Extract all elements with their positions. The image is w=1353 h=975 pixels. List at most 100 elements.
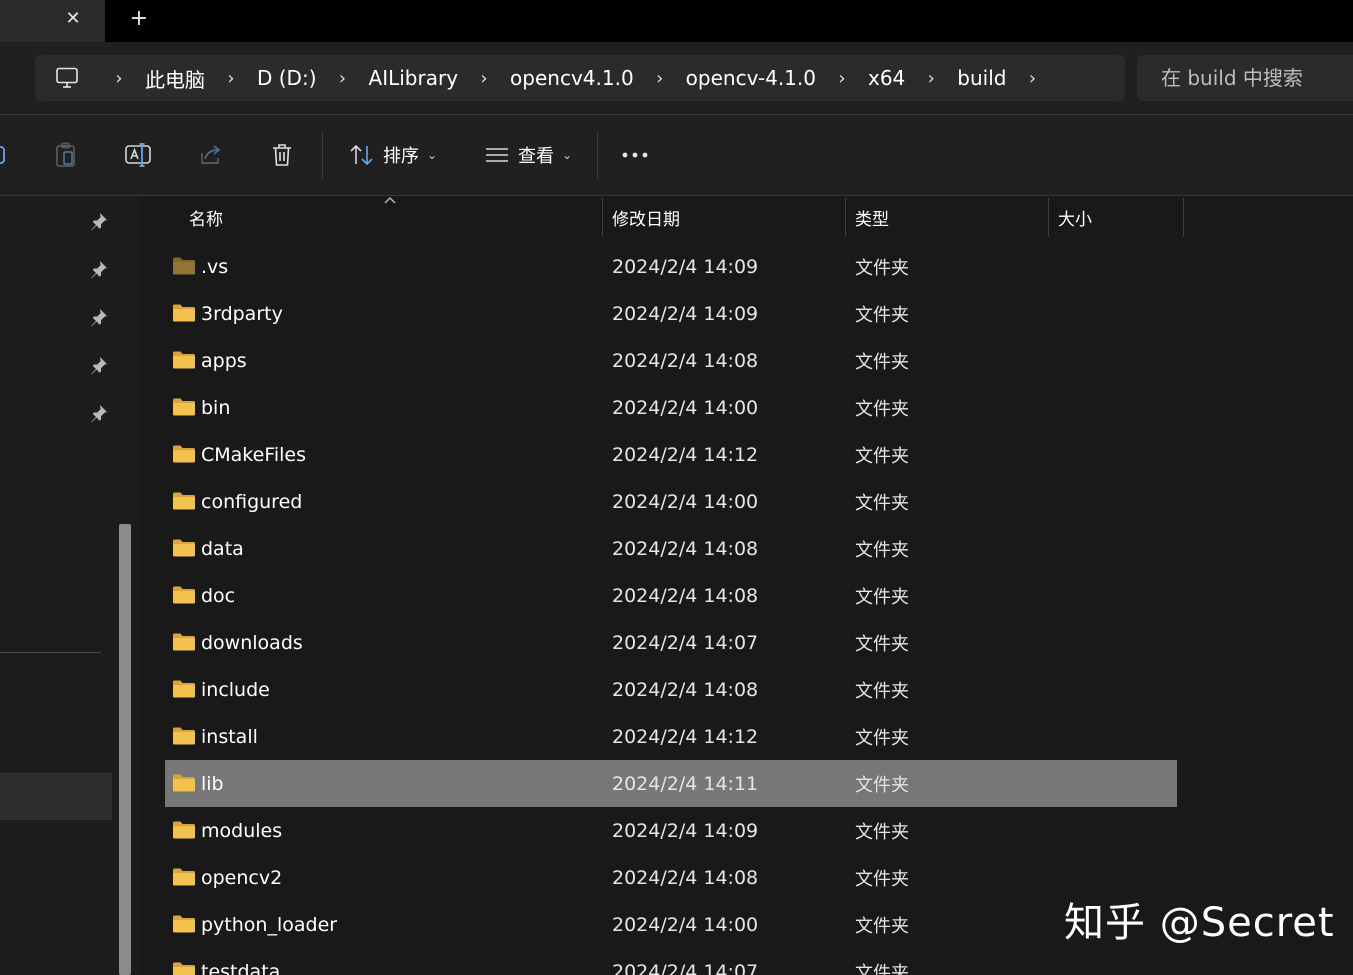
sidebar-item-selected[interactable] [0,773,112,820]
search-input[interactable] [1159,65,1353,91]
file-modified: 2024/2/4 14:12 [612,725,759,748]
table-row[interactable]: doc 2024/2/4 14:08 文件夹 [165,572,1177,619]
table-row[interactable]: modules 2024/2/4 14:09 文件夹 [165,807,1177,854]
file-modified: 2024/2/4 14:08 [612,537,759,560]
chevron-right-icon[interactable]: › [911,68,951,89]
breadcrumb-x64[interactable]: x64 [868,66,905,90]
copy-icon[interactable] [0,135,10,175]
chevron-right-icon[interactable]: › [323,68,363,89]
computer-icon[interactable] [35,55,99,101]
folder-icon [173,868,195,886]
sort-icon [350,144,373,166]
share-icon[interactable] [195,135,227,175]
file-type: 文件夹 [855,680,909,702]
file-type: 文件夹 [855,868,909,890]
column-resize-handle[interactable] [845,198,846,237]
tab-strip-empty [105,0,1353,42]
file-type: 文件夹 [855,492,909,514]
file-type: 文件夹 [855,539,909,561]
navigation-pane [0,196,140,975]
column-resize-handle[interactable] [602,198,603,237]
chevron-right-icon[interactable]: › [822,68,862,89]
pin-icon[interactable] [88,258,110,280]
column-resize-handle[interactable] [1048,198,1049,237]
table-row[interactable]: opencv2 2024/2/4 14:08 文件夹 [165,854,1177,901]
chevron-down-icon: ⌄ [561,148,573,162]
chevron-right-icon[interactable]: › [1012,68,1052,89]
file-modified: 2024/2/4 14:12 [612,443,759,466]
sort-button[interactable]: 排序 ⌄ [344,135,442,175]
breadcrumb-this-pc[interactable]: 此电脑 [145,64,205,93]
file-modified: 2024/2/4 14:08 [612,678,759,701]
folder-icon [173,398,195,416]
file-type: 文件夹 [855,304,909,326]
folder-icon [173,774,195,792]
breadcrumb-build[interactable]: build [957,66,1006,90]
column-resize-handle[interactable] [1183,198,1184,237]
file-type: 文件夹 [855,727,909,749]
paste-icon[interactable] [50,135,82,175]
table-row[interactable]: testdata 2024/2/4 14:07 文件夹 [165,948,1177,975]
file-rows: .vs 2024/2/4 14:09 文件夹 3rdparty 2024/2/4 14:… [165,243,1177,975]
breadcrumb-opencv-4-1-0[interactable]: opencv-4.1.0 [686,66,816,90]
chevron-down-icon: ⌄ [426,148,438,162]
breadcrumb-drive-d[interactable]: D (D:) [257,66,317,90]
column-header-size[interactable]: 大小 [1058,196,1092,238]
folder-icon [173,680,195,698]
pin-icon[interactable] [88,402,110,424]
pin-icon[interactable] [88,306,110,328]
file-modified: 2024/2/4 14:09 [612,819,759,842]
more-options-button[interactable] [615,135,655,175]
folder-icon [173,257,195,275]
delete-icon[interactable] [266,135,298,175]
file-name: python_loader [201,913,338,936]
sidebar-scrollbar[interactable] [119,524,131,975]
file-modified: 2024/2/4 14:00 [612,396,759,419]
chevron-right-icon[interactable]: › [464,68,504,89]
file-name: configured [201,490,303,513]
pin-icon[interactable] [88,210,110,232]
chevron-right-icon[interactable]: › [211,68,251,89]
file-modified: 2024/2/4 14:09 [612,255,759,278]
chevron-right-icon[interactable]: › [99,68,139,89]
new-tab-icon[interactable]: + [128,4,150,32]
rename-icon[interactable] [122,135,154,175]
column-header-type[interactable]: 类型 [855,196,889,238]
active-tab[interactable]: ✕ [0,0,105,42]
table-row[interactable]: .vs 2024/2/4 14:09 文件夹 [165,243,1177,290]
folder-icon [173,727,195,745]
file-name: data [201,537,244,560]
view-button[interactable]: 查看 ⌄ [479,135,577,175]
file-name: downloads [201,631,303,654]
file-name: CMakeFiles [201,443,307,466]
table-row[interactable]: python_loader 2024/2/4 14:00 文件夹 [165,901,1177,948]
sort-label: 排序 [382,146,419,167]
table-row[interactable]: bin 2024/2/4 14:00 文件夹 [165,384,1177,431]
table-row[interactable]: 3rdparty 2024/2/4 14:09 文件夹 [165,290,1177,337]
folder-icon [173,539,195,557]
search-box[interactable] [1137,55,1353,101]
column-header-modified[interactable]: 修改日期 [612,196,680,238]
file-name: opencv2 [201,866,283,889]
table-row[interactable]: configured 2024/2/4 14:00 文件夹 [165,478,1177,525]
table-row[interactable]: data 2024/2/4 14:08 文件夹 [165,525,1177,572]
table-row[interactable]: include 2024/2/4 14:08 文件夹 [165,666,1177,713]
table-row[interactable]: CMakeFiles 2024/2/4 14:12 文件夹 [165,431,1177,478]
table-row[interactable]: apps 2024/2/4 14:08 文件夹 [165,337,1177,384]
folder-icon [173,962,195,975]
close-tab-icon[interactable]: ✕ [62,4,84,32]
file-modified: 2024/2/4 14:08 [612,866,759,889]
address-bar[interactable]: › 此电脑 › D (D:) › AILibrary › opencv4.1.0… [35,55,1125,101]
chevron-right-icon[interactable]: › [640,68,680,89]
breadcrumb-opencv410[interactable]: opencv4.1.0 [510,66,634,90]
sidebar-divider [0,652,101,653]
folder-icon [173,633,195,651]
table-row[interactable]: downloads 2024/2/4 14:07 文件夹 [165,619,1177,666]
table-row[interactable]: install 2024/2/4 14:12 文件夹 [165,713,1177,760]
folder-icon [173,915,195,933]
table-row[interactable]: lib 2024/2/4 14:11 文件夹 [165,760,1177,807]
column-header-name[interactable]: 名称 [189,196,223,238]
pin-icon[interactable] [88,354,110,376]
file-modified: 2024/2/4 14:11 [612,772,759,795]
breadcrumb-ailibrary[interactable]: AILibrary [369,66,459,90]
